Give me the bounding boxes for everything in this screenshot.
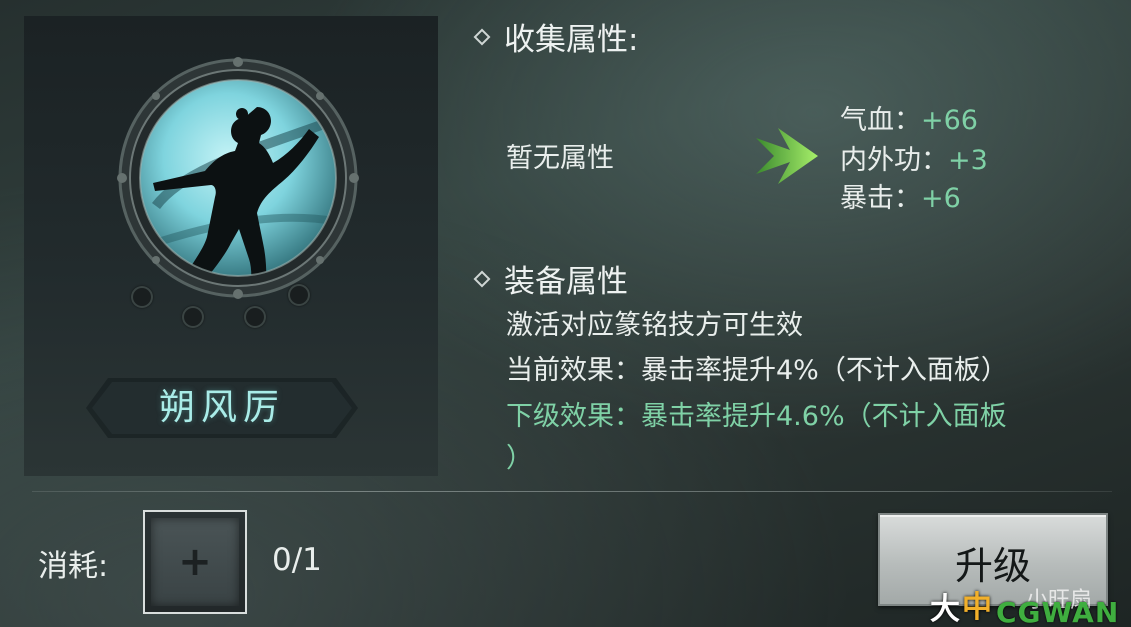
skill-emblem-icon xyxy=(117,57,359,299)
watermark-da: 大 xyxy=(930,592,960,627)
section-divider xyxy=(32,491,1112,492)
collection-heading-text: 收集属性: xyxy=(504,22,639,58)
stat-crit-label: 暴击： xyxy=(840,183,921,214)
skill-name: 朔风厉 xyxy=(158,387,285,428)
material-slot-button[interactable]: + xyxy=(143,510,247,614)
arrow-right-icon xyxy=(756,128,818,184)
skill-card-panel: 朔风厉 xyxy=(24,16,438,476)
level-dot xyxy=(288,284,310,306)
plus-icon: + xyxy=(178,539,212,585)
activation-hint: 激活对应篆铭技方可生效 xyxy=(506,310,803,341)
material-slot-inner: + xyxy=(151,518,239,606)
stat-attack: 内外功：+3 xyxy=(840,138,988,177)
stat-hp-label: 气血： xyxy=(840,105,921,136)
level-dot xyxy=(131,286,153,308)
site-watermark: 大 中 小旺扇 CGWAN xyxy=(930,582,1130,627)
skill-name-plate: 朔风厉 xyxy=(86,378,358,438)
equipment-attributes-heading: 装备属性 xyxy=(472,256,628,301)
equipment-heading-text: 装备属性 xyxy=(504,264,628,300)
next-effect: 下级效果：暴击率提升4.6%（不计入面板 xyxy=(506,401,1007,432)
stat-attack-value: +3 xyxy=(948,145,988,176)
diamond-bullet-icon xyxy=(473,270,491,287)
collection-attributes-heading: 收集属性: xyxy=(472,14,638,59)
current-effect: 当前效果：暴击率提升4%（不计入面板） xyxy=(506,355,1008,386)
stat-crit: 暴击：+6 xyxy=(840,176,961,215)
stat-hp: 气血：+66 xyxy=(840,98,978,137)
watermark-zhong: 中 xyxy=(962,590,992,625)
stat-crit-value: +6 xyxy=(921,183,961,214)
consume-label: 消耗: xyxy=(38,549,109,584)
level-dot xyxy=(244,306,266,328)
stat-hp-value: +66 xyxy=(921,105,978,136)
level-dot xyxy=(182,306,204,328)
watermark-brand: CGWAN xyxy=(996,596,1120,627)
current-attribute-text: 暂无属性 xyxy=(506,143,614,174)
diamond-bullet-icon xyxy=(473,28,491,45)
material-count: 0/1 xyxy=(272,542,322,578)
next-effect-continued: ） xyxy=(506,443,533,474)
stat-attack-label: 内外功： xyxy=(840,145,948,176)
